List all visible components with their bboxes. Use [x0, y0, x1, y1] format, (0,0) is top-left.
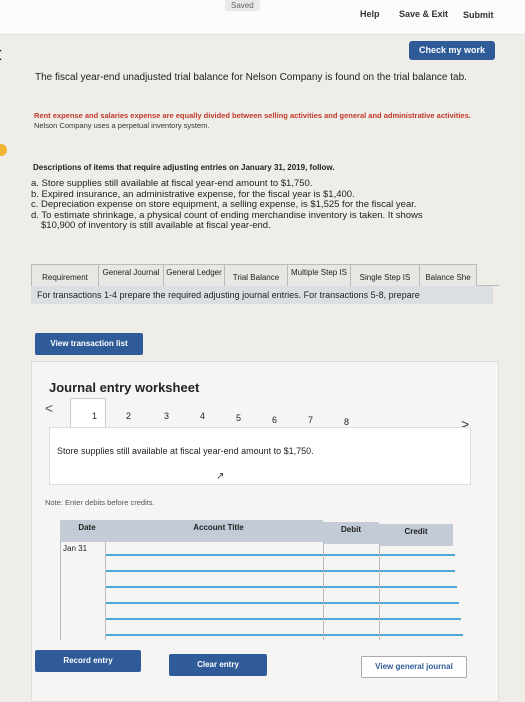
item-d-cont: $10,900 of inventory is still available …: [41, 220, 271, 231]
tab-multiple-step-is[interactable]: Multiple Step IS: [287, 264, 351, 286]
page-1[interactable]: 1: [92, 411, 97, 421]
row-line-4[interactable]: [105, 602, 459, 604]
check-my-work-button[interactable]: Check my work: [409, 41, 495, 60]
tab-general-journal[interactable]: General Journal: [98, 264, 164, 286]
page-7[interactable]: 7: [308, 415, 313, 425]
marker-icon: [0, 144, 7, 156]
save-exit-link[interactable]: Save & Exit: [399, 9, 448, 19]
col-debit: Debit: [323, 522, 379, 544]
chevron-left-icon[interactable]: <: [45, 400, 53, 416]
expense-note-cont: Nelson Company uses a perpetual inventor…: [34, 121, 210, 130]
transaction-box: [49, 427, 471, 485]
expense-note: Rent expense and salaries expense are eq…: [34, 111, 474, 131]
item-a: a. Store supplies still available at fis…: [31, 178, 313, 189]
tab-general-ledger[interactable]: General Ledger: [163, 264, 225, 286]
cursor-icon: ↗: [216, 471, 225, 482]
row-line-1[interactable]: [105, 554, 455, 556]
instruction-bar: For transactions 1-4 prepare the require…: [31, 286, 493, 304]
expense-note-red: Rent expense and salaries expense are eq…: [34, 111, 471, 120]
row-line-5[interactable]: [105, 618, 461, 620]
journal-table: Date Account Title Debit Credit Jan 31: [43, 520, 465, 640]
col-credit: Credit: [379, 524, 453, 546]
help-link[interactable]: Help: [360, 9, 380, 19]
tab-bar: Requirement General Journal General Ledg…: [31, 264, 499, 291]
saved-indicator: Saved: [225, 0, 260, 11]
view-transaction-list-button[interactable]: View transaction list: [35, 333, 143, 355]
divider: [323, 542, 324, 640]
transaction-text: Store supplies still available at fiscal…: [57, 446, 314, 456]
divider: [60, 542, 61, 640]
top-bar: Saved Help Save & Exit Submit: [0, 0, 525, 35]
page-2[interactable]: 2: [126, 411, 131, 421]
divider: [379, 544, 380, 640]
page-3[interactable]: 3: [164, 411, 169, 421]
page-6[interactable]: 6: [272, 415, 277, 425]
view-general-journal-button[interactable]: View general journal: [361, 656, 467, 678]
page-5[interactable]: 5: [236, 413, 241, 423]
adjustment-items: a. Store supplies still available at fis…: [31, 178, 501, 232]
item-c: c. Depreciation expense on store equipme…: [31, 199, 417, 210]
submit-link[interactable]: Submit: [463, 10, 494, 20]
col-account-title: Account Title: [114, 520, 323, 542]
date-value: Jan 31: [63, 544, 88, 553]
descriptions-title: Descriptions of items that require adjus…: [33, 163, 335, 172]
row-line-6[interactable]: [105, 634, 463, 636]
col-date: Date: [60, 520, 114, 542]
record-entry-button[interactable]: Record entry: [35, 650, 141, 672]
page-8[interactable]: 8: [344, 417, 349, 427]
intro-text: The fiscal year-end unadjusted trial bal…: [35, 72, 467, 83]
debits-note: Note: Enter debits before credits.: [45, 498, 155, 507]
divider: [105, 542, 106, 640]
worksheet-title: Journal entry worksheet: [49, 380, 200, 395]
chevron-left-icon[interactable]: ‹: [0, 40, 3, 66]
page-4[interactable]: 4: [200, 411, 205, 421]
active-page-tab: [70, 398, 106, 427]
row-line-3[interactable]: [105, 586, 457, 588]
clear-entry-button[interactable]: Clear entry: [169, 654, 267, 676]
row-line-2[interactable]: [105, 570, 455, 572]
